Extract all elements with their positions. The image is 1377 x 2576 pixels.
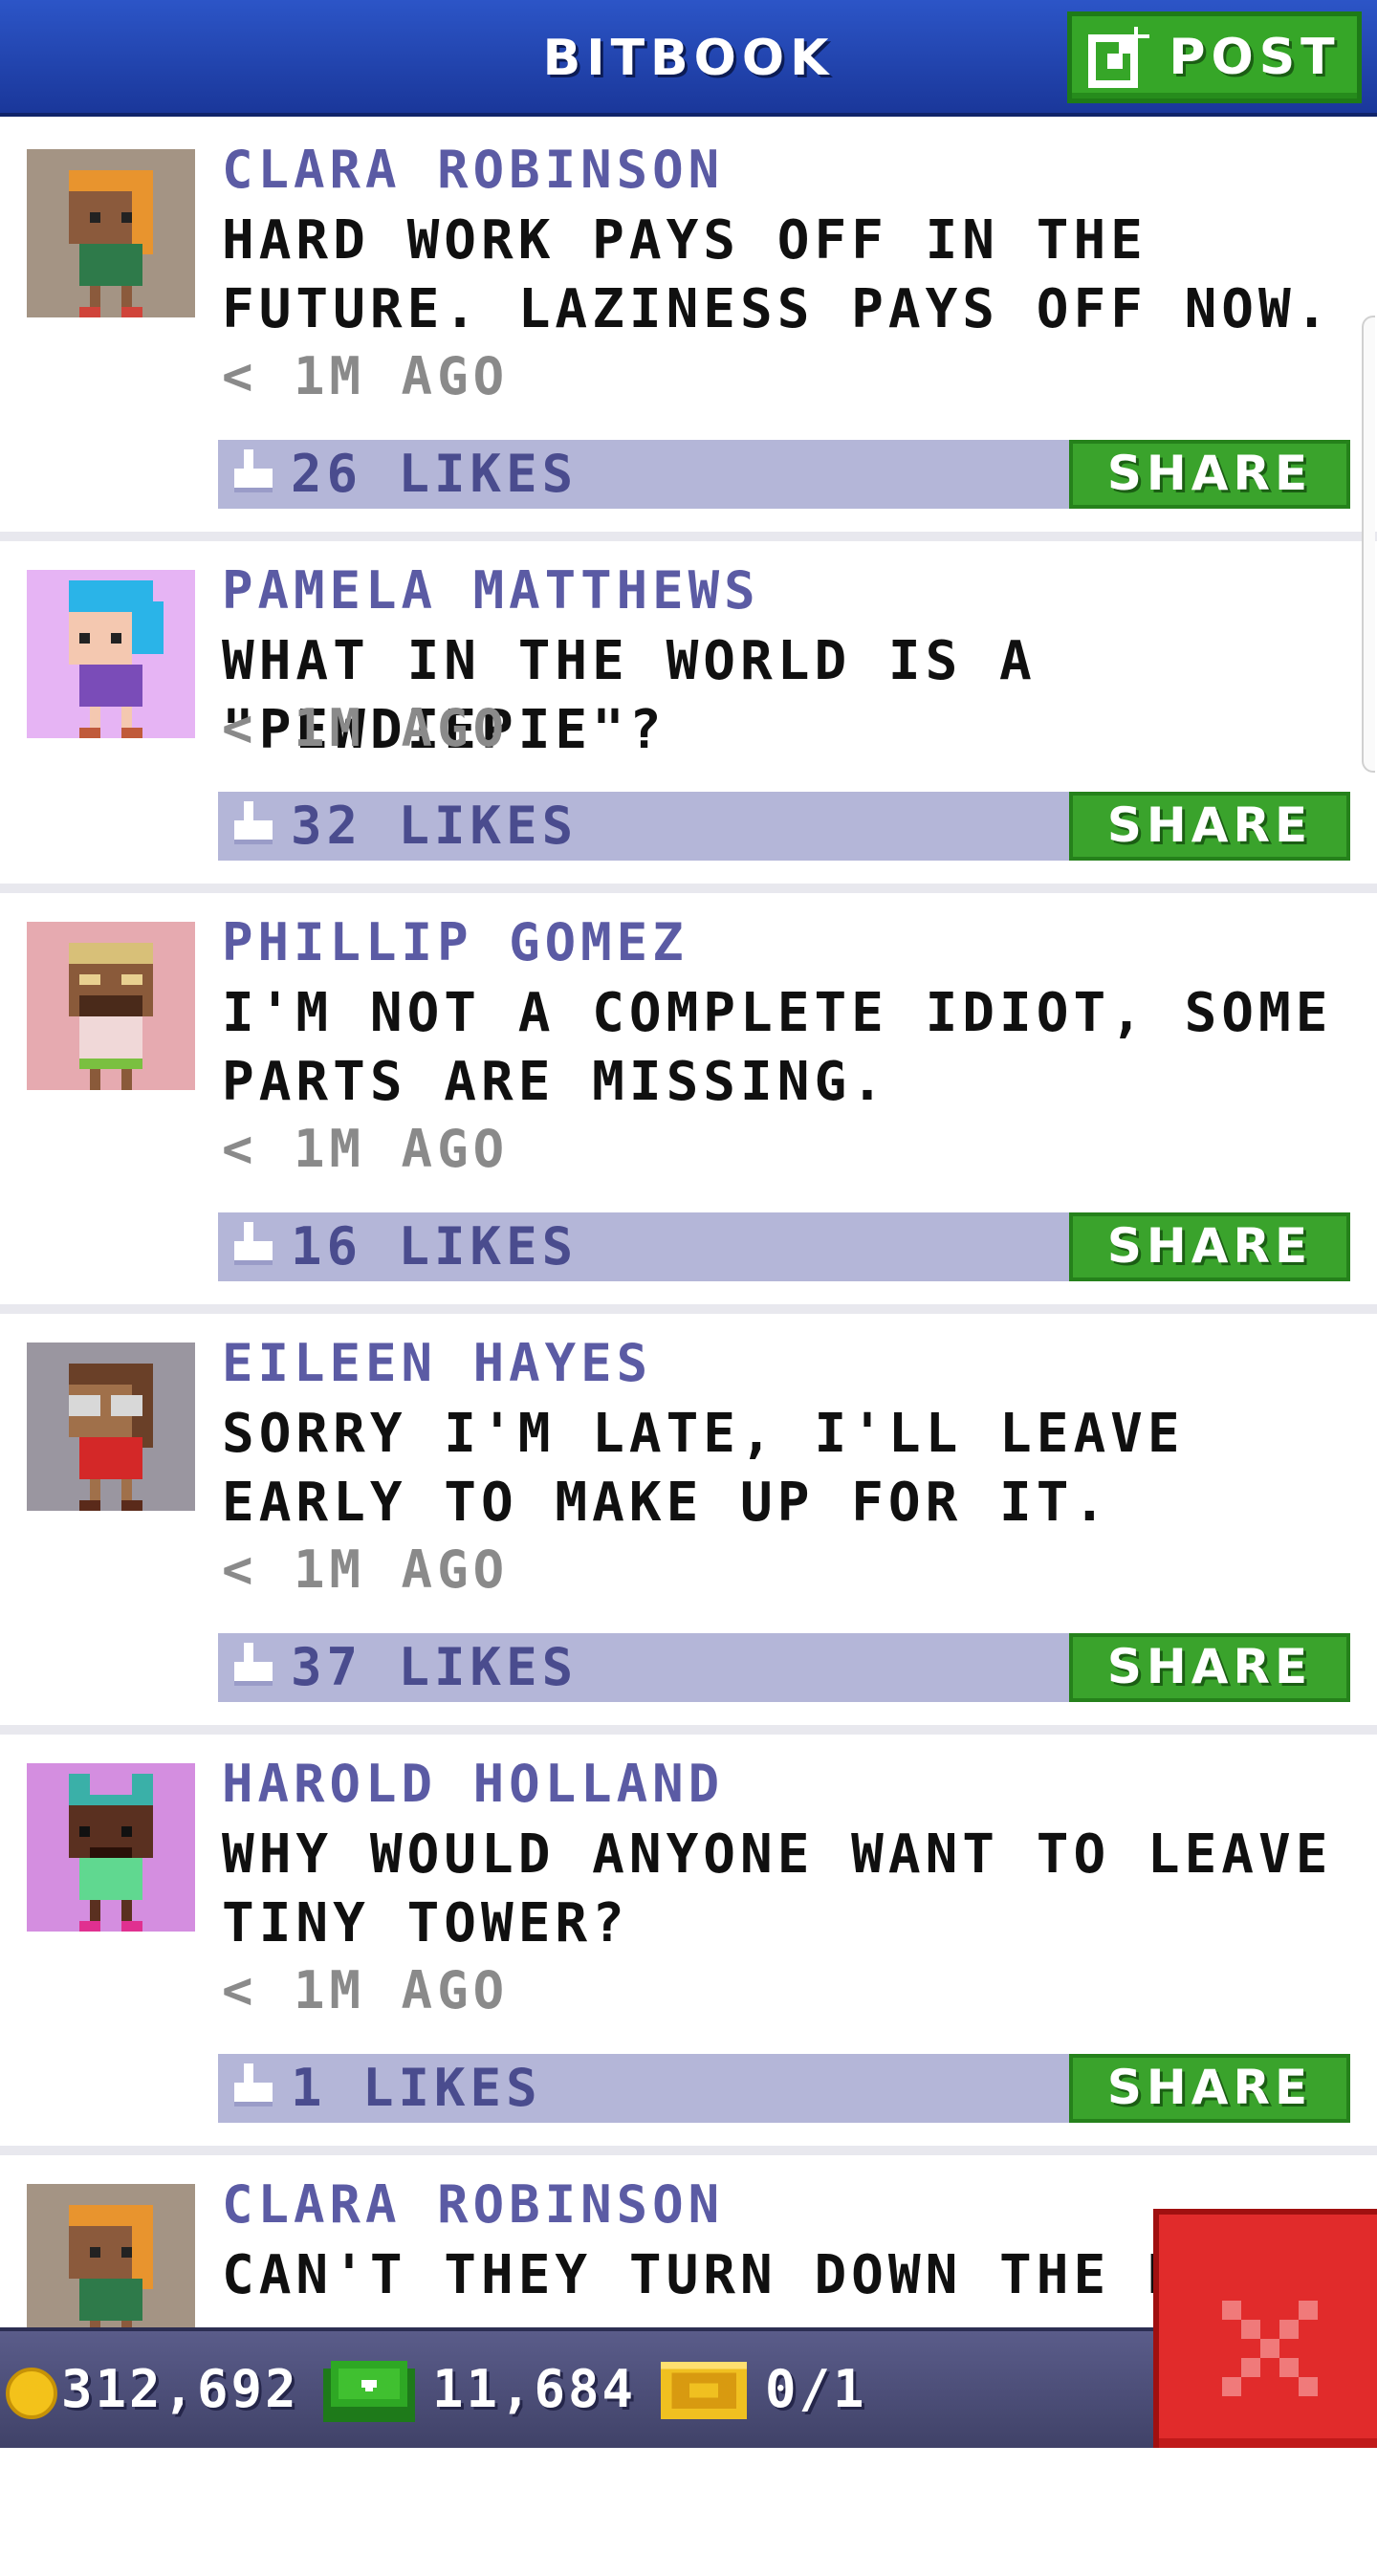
post-author[interactable]: EILEEN HAYES — [222, 1331, 652, 1396]
post-author[interactable]: PHILLIP GOMEZ — [222, 910, 688, 975]
share-button[interactable]: SHARE — [1069, 1633, 1350, 1702]
thumbs-up-icon — [234, 1222, 273, 1265]
post-time: < 1M AGO — [222, 346, 510, 406]
post-time: < 1M AGO — [222, 698, 510, 758]
feed-list: CLARA ROBINSON HARD WORK PAYS OFF IN THE… — [0, 120, 1377, 2576]
share-button[interactable]: SHARE — [1069, 792, 1350, 861]
share-button[interactable]: SHARE — [1069, 440, 1350, 509]
like-bar[interactable]: 32 LIKES SHARE — [218, 792, 1350, 861]
avatar[interactable] — [27, 570, 195, 738]
ticket-icon — [661, 2362, 747, 2419]
edit-icon — [1088, 27, 1150, 88]
likes-count: 1 LIKES — [291, 2058, 542, 2118]
like-bar[interactable]: 26 LIKES SHARE — [218, 440, 1350, 509]
scrollbar[interactable] — [1362, 316, 1375, 773]
avatar[interactable] — [27, 922, 195, 1090]
header-bar: BITBOOK POST — [0, 0, 1377, 117]
post-author[interactable]: PAMELA MATTHEWS — [222, 558, 760, 623]
share-button[interactable]: SHARE — [1069, 1212, 1350, 1281]
thumbs-up-icon — [234, 449, 273, 492]
likes-count: 37 LIKES — [291, 1637, 579, 1697]
feed-post: CLARA ROBINSON HARD WORK PAYS OFF IN THE… — [0, 120, 1377, 541]
share-button[interactable]: SHARE — [1069, 2054, 1350, 2123]
post-time: < 1M AGO — [222, 1539, 510, 1600]
feed-post: EILEEN HAYES SORRY I'M LATE, I'LL LEAVE … — [0, 1314, 1377, 1735]
feed-post: PAMELA MATTHEWS WHAT IN THE WORLD IS A "… — [0, 541, 1377, 893]
post-text: HARD WORK PAYS OFF IN THE FUTURE. LAZINE… — [222, 209, 1333, 340]
bux-count: 11,684 — [432, 2359, 637, 2419]
like-bar[interactable]: 16 LIKES SHARE — [218, 1212, 1350, 1281]
like-bar[interactable]: 37 LIKES SHARE — [218, 1633, 1350, 1702]
close-icon — [1222, 2301, 1318, 2396]
coins-count: 312,692 — [61, 2359, 299, 2419]
tickets-count: 0/1 — [765, 2359, 867, 2419]
avatar[interactable] — [27, 1763, 195, 1932]
like-bar[interactable]: 1 LIKES SHARE — [218, 2054, 1350, 2123]
likes-count: 26 LIKES — [291, 444, 579, 504]
post-time: < 1M AGO — [222, 1119, 510, 1179]
post-author[interactable]: CLARA ROBINSON — [222, 2172, 724, 2238]
post-author[interactable]: CLARA ROBINSON — [222, 138, 724, 203]
likes-count: 16 LIKES — [291, 1216, 579, 1277]
likes-count: 32 LIKES — [291, 796, 579, 856]
thumbs-up-icon — [234, 1643, 273, 1686]
avatar[interactable] — [27, 149, 195, 317]
post-time: < 1M AGO — [222, 1960, 510, 2020]
post-author[interactable]: HAROLD HOLLAND — [222, 1752, 724, 1817]
bux-icon — [323, 2361, 415, 2422]
post-text: WHY WOULD ANYONE WANT TO LEAVE TINY TOWE… — [222, 1823, 1333, 1954]
feed-post: PHILLIP GOMEZ I'M NOT A COMPLETE IDIOT, … — [0, 893, 1377, 1314]
avatar[interactable] — [27, 1343, 195, 1511]
coin-icon — [6, 2368, 57, 2419]
post-button-label: POST — [1169, 29, 1341, 86]
thumbs-up-icon — [234, 2063, 273, 2107]
post-button[interactable]: POST — [1067, 11, 1362, 103]
close-button[interactable] — [1153, 2209, 1377, 2448]
post-text: SORRY I'M LATE, I'LL LEAVE EARLY TO MAKE… — [222, 1403, 1185, 1534]
thumbs-up-icon — [234, 801, 273, 844]
post-text: I'M NOT A COMPLETE IDIOT, SOME PARTS ARE… — [222, 982, 1333, 1113]
feed-post: HAROLD HOLLAND WHY WOULD ANYONE WANT TO … — [0, 1735, 1377, 2155]
